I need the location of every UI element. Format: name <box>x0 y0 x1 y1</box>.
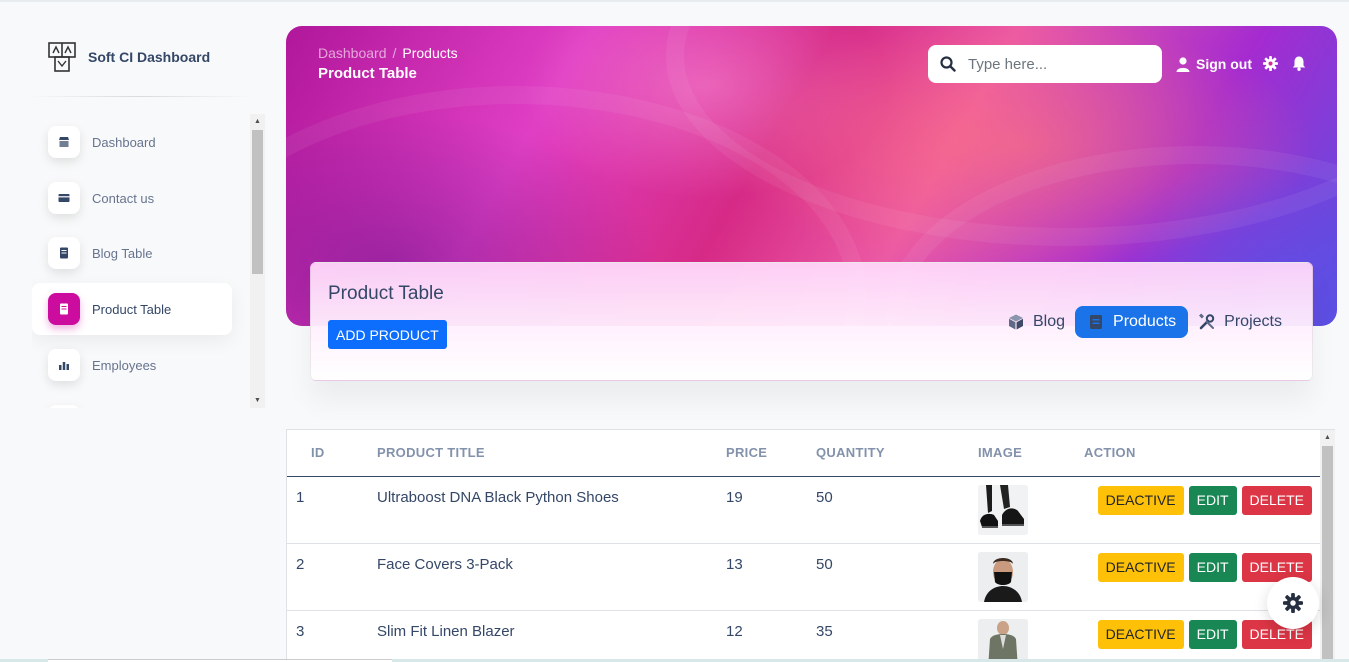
cell-quantity: 35 <box>816 610 978 662</box>
product-table: ID PRODUCT TITLE PRICE QUANTITY IMAGE AC… <box>287 430 1320 662</box>
table-header-row: ID PRODUCT TITLE PRICE QUANTITY IMAGE AC… <box>287 430 1320 477</box>
column-header-title: PRODUCT TITLE <box>377 430 726 477</box>
brand-logo-icon <box>48 42 76 72</box>
table-row: 2 Face Covers 3-Pack 13 50 DEACTIVE EDIT… <box>287 543 1320 611</box>
document-icon <box>48 293 80 325</box>
tab-label: Blog <box>1033 313 1066 330</box>
tab-projects[interactable]: Projects <box>1188 306 1292 338</box>
sidebar-item-partial[interactable] <box>32 395 232 408</box>
sidebar-scrollbar[interactable]: ▲ ▼ <box>250 114 265 408</box>
brand[interactable]: Soft CI Dashboard <box>48 42 210 72</box>
sidebar-item-blog-table[interactable]: Blog Table <box>32 227 232 279</box>
sidebar-item-label: Employees <box>92 357 157 373</box>
column-header-id: ID <box>287 430 377 477</box>
add-product-button[interactable]: ADD PRODUCT <box>328 320 447 349</box>
shoes-photo <box>978 484 1028 535</box>
tools-icon <box>1199 313 1215 330</box>
column-header-quantity: QUANTITY <box>816 430 978 477</box>
row-actions: DEACTIVE EDIT DELETE <box>1084 485 1320 515</box>
delete-button[interactable]: DELETE <box>1241 552 1312 582</box>
breadcrumb-item-dashboard[interactable]: Dashboard <box>318 45 387 61</box>
cell-id: 1 <box>287 476 377 544</box>
breadcrumb: Dashboard / Products <box>318 45 458 61</box>
user-icon <box>1176 56 1190 72</box>
table-row: 1 Ultraboost DNA Black Python Shoes 19 5… <box>287 476 1320 544</box>
breadcrumb-item-current: Products <box>402 45 458 61</box>
settings-fab-button[interactable] <box>1267 577 1319 629</box>
tab-label: Projects <box>1224 313 1282 330</box>
delete-button[interactable]: DELETE <box>1241 485 1312 515</box>
cell-title: Face Covers 3-Pack <box>377 543 726 611</box>
search-input[interactable] <box>968 55 1148 73</box>
sidebar-item-label: Dashboard <box>92 134 156 150</box>
table-row: 3 Slim Fit Linen Blazer 12 35 DEACTIVE E… <box>287 610 1320 662</box>
partial-icon <box>48 405 80 408</box>
edit-button[interactable]: EDIT <box>1188 485 1237 515</box>
cell-quantity: 50 <box>816 543 978 611</box>
product-card: Product Table ADD PRODUCT Blog Products … <box>310 262 1313 381</box>
bell-icon[interactable] <box>1292 56 1306 76</box>
credit-card-icon <box>48 182 80 214</box>
deactive-button[interactable]: DEACTIVE <box>1097 619 1184 649</box>
cell-price: 19 <box>726 476 816 544</box>
breadcrumb-separator: / <box>392 45 397 61</box>
cell-price: 12 <box>726 610 816 662</box>
cell-title: Slim Fit Linen Blazer <box>377 610 726 662</box>
chart-bars-icon <box>48 349 80 381</box>
search-icon <box>928 56 968 72</box>
cell-quantity: 50 <box>816 476 978 544</box>
column-header-image: IMAGE <box>978 430 1084 477</box>
cell-id: 2 <box>287 543 377 611</box>
gear-icon <box>1283 593 1303 613</box>
scroll-up-arrow-icon[interactable]: ▲ <box>254 118 261 125</box>
edit-button[interactable]: EDIT <box>1188 619 1237 649</box>
cell-price: 13 <box>726 543 816 611</box>
scroll-down-arrow-icon[interactable]: ▼ <box>254 397 261 404</box>
cell-title: Ultraboost DNA Black Python Shoes <box>377 476 726 544</box>
product-table-container: ID PRODUCT TITLE PRICE QUANTITY IMAGE AC… <box>286 429 1335 662</box>
scroll-up-arrow-icon[interactable]: ▲ <box>1324 434 1331 441</box>
page-title: Product Table <box>318 65 417 82</box>
cell-id: 3 <box>287 610 377 662</box>
column-header-action: ACTION <box>1084 430 1320 477</box>
sidebar-divider <box>24 96 252 97</box>
sidebar-item-employees[interactable]: Employees <box>32 339 232 391</box>
scrollbar-thumb[interactable] <box>1322 446 1333 662</box>
tab-bar: Blog Products Projects <box>997 306 1292 338</box>
tab-blog[interactable]: Blog <box>997 306 1075 338</box>
scrollbar-thumb[interactable] <box>252 130 263 274</box>
sign-out-label: Sign out <box>1196 56 1252 72</box>
deactive-button[interactable]: DEACTIVE <box>1097 485 1184 515</box>
document-icon <box>1090 315 1103 329</box>
column-header-price: PRICE <box>726 430 816 477</box>
card-title: Product Table <box>328 283 444 304</box>
sidebar-item-label: Product Table <box>92 301 172 317</box>
sign-out-link[interactable]: Sign out <box>1176 56 1252 72</box>
gear-icon[interactable] <box>1263 56 1278 76</box>
sidebar: Soft CI Dashboard Dashboard Contact us B… <box>0 0 270 662</box>
search-box <box>928 45 1162 83</box>
edit-button[interactable]: EDIT <box>1188 552 1237 582</box>
table-scrollbar[interactable]: ▲ <box>1320 430 1335 662</box>
sidebar-item-label: Contact us <box>92 190 155 206</box>
sidebar-item-contact-us[interactable]: Contact us <box>32 172 232 224</box>
tab-label: Products <box>1113 313 1177 330</box>
face-mask-photo <box>978 551 1028 602</box>
sidebar-nav: Dashboard Contact us Blog Table Product … <box>32 114 250 408</box>
tab-products[interactable]: Products <box>1075 306 1189 338</box>
blazer-photo <box>978 618 1028 662</box>
document-icon <box>48 237 80 269</box>
deactive-button[interactable]: DEACTIVE <box>1097 552 1184 582</box>
cube-icon <box>1009 314 1023 330</box>
sidebar-item-label: Blog Table <box>92 245 153 261</box>
shop-icon <box>48 126 80 158</box>
brand-name: Soft CI Dashboard <box>88 49 211 65</box>
sidebar-item-product-table[interactable]: Product Table <box>32 283 232 335</box>
sidebar-item-dashboard[interactable]: Dashboard <box>32 116 232 168</box>
